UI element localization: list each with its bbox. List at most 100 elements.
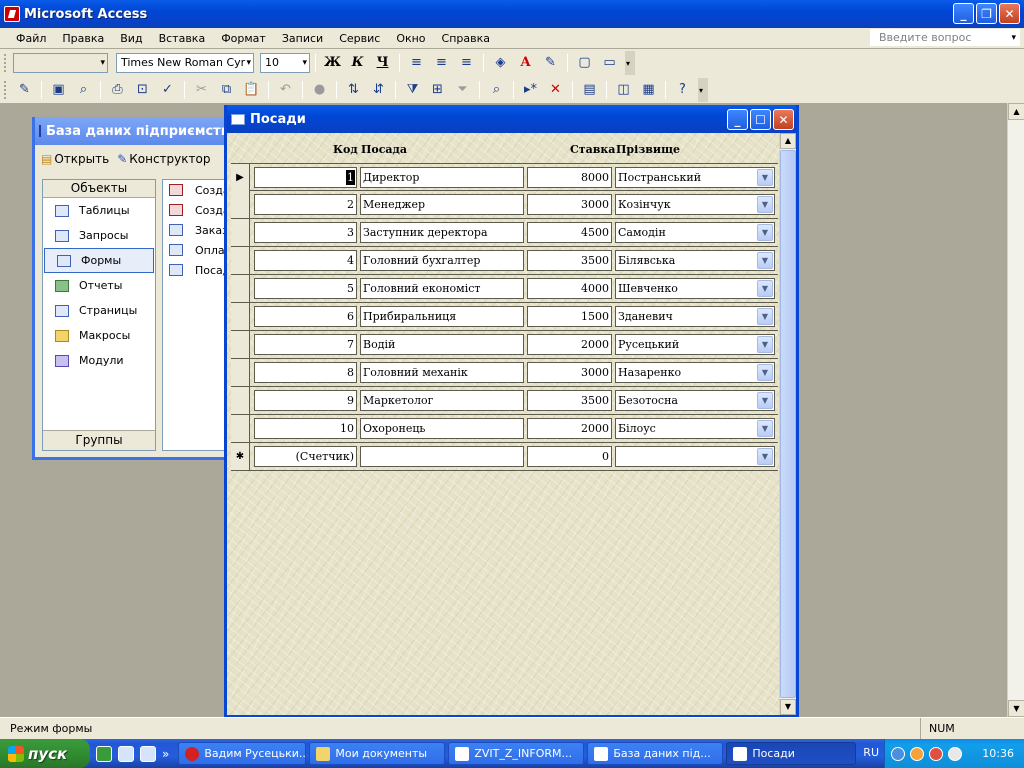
kod-field[interactable]: 9 (254, 390, 357, 411)
bold-button[interactable]: Ж (321, 52, 344, 74)
filter-by-form-icon[interactable]: ⊞ (426, 79, 449, 101)
kod-field[interactable]: (Счетчик) (254, 446, 357, 467)
menu-format[interactable]: Формат (213, 32, 274, 45)
prizvyshche-combo[interactable]: Русецький ▼ (615, 334, 775, 355)
object-tables[interactable]: Таблицы (43, 198, 155, 223)
groups-footer[interactable]: Группы (43, 430, 155, 450)
form-vertical-scrollbar[interactable]: ▲ ▼ (779, 133, 796, 715)
menu-view[interactable]: Вид (112, 32, 150, 45)
close-button[interactable]: ✕ (999, 3, 1020, 24)
language-indicator[interactable]: RU (863, 746, 879, 759)
record-selector[interactable] (231, 247, 250, 274)
italic-button[interactable]: К (346, 52, 369, 74)
prizvyshche-combo[interactable]: ▼ (615, 446, 775, 467)
menu-window[interactable]: Окно (388, 32, 433, 45)
menu-records[interactable]: Записи (274, 32, 331, 45)
posady-form-window[interactable]: Посади _ ☐ ✕ Код Посада Ставка Прізвище … (224, 105, 799, 717)
toolbar-options-icon[interactable] (625, 50, 635, 75)
object-modules[interactable]: Модули (43, 348, 155, 373)
font-name-combo[interactable]: Times New Roman Cyr (116, 52, 254, 73)
prizvyshche-combo[interactable]: Безотосна ▼ (615, 390, 775, 411)
menu-help[interactable]: Справка (434, 32, 498, 45)
taskbar-item-my-documents[interactable]: Мои документы (309, 742, 446, 765)
object-pages[interactable]: Страницы (43, 298, 155, 323)
posada-field[interactable]: Головний бухгалтер (360, 250, 524, 271)
objects-header[interactable]: Объекты (43, 180, 155, 198)
kod-field[interactable]: 2 (254, 194, 357, 215)
copy-icon[interactable]: ⧉ (215, 79, 238, 101)
kod-field[interactable]: 10 (254, 418, 357, 439)
form-maximize-button[interactable]: ☐ (750, 109, 771, 130)
utorrent-icon[interactable] (96, 745, 112, 762)
align-center-icon[interactable]: ≡ (430, 52, 453, 74)
prizvyshche-combo[interactable]: Козінчук ▼ (615, 194, 775, 215)
prizvyshche-combo[interactable]: Шевченко ▼ (615, 278, 775, 299)
dropdown-arrow-icon[interactable]: ▼ (757, 280, 773, 297)
object-reports[interactable]: Отчеты (43, 273, 155, 298)
posada-field[interactable]: Маркетолог (360, 390, 524, 411)
dropdown-arrow-icon[interactable]: ▼ (757, 252, 773, 269)
spelling-icon[interactable]: ✓ (156, 79, 179, 101)
start-button[interactable]: пуск (0, 739, 90, 768)
stavka-field[interactable]: 3500 (527, 390, 612, 411)
properties-icon[interactable]: ▤ (578, 79, 601, 101)
dropdown-arrow-icon[interactable]: ▼ (757, 196, 773, 213)
dropdown-arrow-icon[interactable]: ▼ (757, 392, 773, 409)
prizvyshche-combo[interactable]: Назаренко ▼ (615, 362, 775, 383)
quick-launch-more-icon[interactable]: » (162, 747, 169, 761)
prizvyshche-combo[interactable]: Самодін ▼ (615, 222, 775, 243)
taskbar-item-database[interactable]: База даних під... (587, 742, 724, 765)
hyperlink-icon[interactable]: ● (308, 79, 331, 101)
align-left-icon[interactable]: ≡ (405, 52, 428, 74)
posada-field[interactable] (360, 446, 524, 467)
design-view-icon[interactable]: ✎ (13, 79, 36, 101)
posada-field[interactable]: Прибиральниця (360, 306, 524, 327)
dropdown-arrow-icon[interactable]: ▼ (757, 308, 773, 325)
list-item[interactable]: Созда (163, 200, 231, 220)
undo-icon[interactable]: ↶ (274, 79, 297, 101)
border-icon[interactable]: ▢ (573, 52, 596, 74)
dropdown-arrow-icon[interactable]: ▼ (757, 169, 773, 186)
form-close-button[interactable]: ✕ (773, 109, 794, 130)
kod-field[interactable]: 1 (254, 167, 357, 188)
menu-tools[interactable]: Сервис (331, 32, 388, 45)
object-macros[interactable]: Макросы (43, 323, 155, 348)
kod-field[interactable]: 4 (254, 250, 357, 271)
list-item[interactable]: Посад (163, 260, 231, 280)
record-selector[interactable] (231, 415, 250, 442)
delete-record-icon[interactable]: ✕ (544, 79, 567, 101)
new-record-icon[interactable]: ✱ (231, 443, 250, 470)
minimize-button[interactable]: _ (953, 3, 974, 24)
kod-field[interactable]: 8 (254, 362, 357, 383)
scroll-down-arrow-icon[interactable]: ▼ (1008, 700, 1024, 717)
kod-field[interactable]: 6 (254, 306, 357, 327)
stavka-field[interactable]: 3500 (527, 250, 612, 271)
posada-field[interactable]: Головний економіст (360, 278, 524, 299)
toolbar-grip[interactable] (4, 53, 7, 72)
line-color-icon[interactable]: ✎ (539, 52, 562, 74)
stavka-field[interactable]: 0 (527, 446, 612, 467)
show-desktop-icon[interactable] (118, 745, 134, 762)
print-preview-icon[interactable]: ⊡ (131, 79, 154, 101)
file-search-icon[interactable]: ⌕ (72, 79, 95, 101)
scroll-up-arrow-icon[interactable]: ▲ (780, 133, 796, 149)
menu-insert[interactable]: Вставка (151, 32, 214, 45)
posada-field[interactable]: Головний механік (360, 362, 524, 383)
menu-edit[interactable]: Правка (54, 32, 112, 45)
dropdown-arrow-icon[interactable]: ▼ (757, 364, 773, 381)
stavka-field[interactable]: 2000 (527, 334, 612, 355)
line-width-icon[interactable]: ▭ (598, 52, 621, 74)
help-icon[interactable]: ? (671, 79, 694, 101)
posada-field[interactable]: Менеджер (360, 194, 524, 215)
record-selector[interactable] (231, 359, 250, 386)
scroll-thumb[interactable] (780, 150, 796, 698)
workspace-vertical-scrollbar[interactable]: ▲ ▼ (1007, 103, 1024, 717)
kod-field[interactable]: 5 (254, 278, 357, 299)
toolbar-options-icon[interactable] (698, 77, 708, 102)
object-queries[interactable]: Запросы (43, 223, 155, 248)
posada-field[interactable]: Водій (360, 334, 524, 355)
stavka-field[interactable]: 3000 (527, 194, 612, 215)
back-arrow-icon[interactable] (891, 746, 905, 761)
new-object-icon[interactable]: ▦ (637, 79, 660, 101)
kod-field[interactable]: 3 (254, 222, 357, 243)
